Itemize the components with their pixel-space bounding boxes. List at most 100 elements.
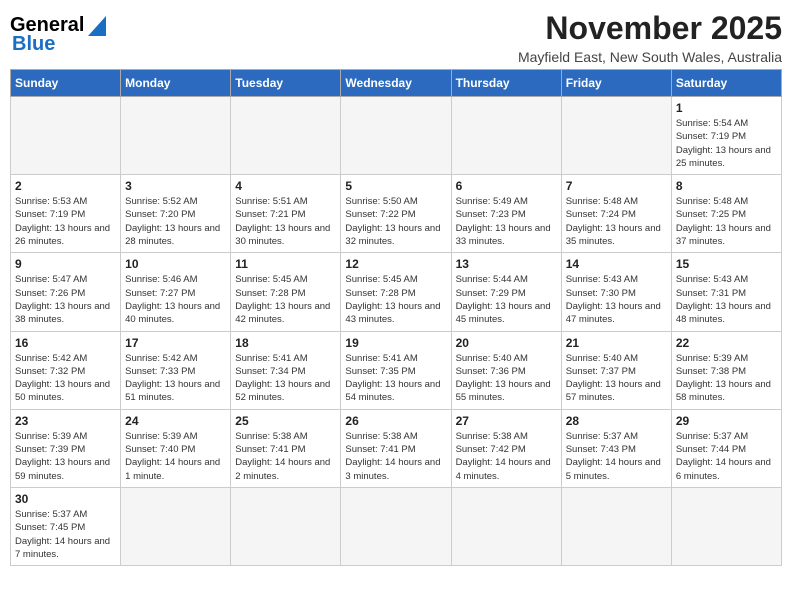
day-number: 13 [456,257,557,271]
day-number: 24 [125,414,226,428]
calendar-day-cell: 2 Sunrise: 5:53 AM Sunset: 7:19 PM Daylig… [11,175,121,253]
weekday-header-cell: Thursday [451,70,561,97]
day-number: 2 [15,179,116,193]
calendar-day-cell: 1 Sunrise: 5:54 AM Sunset: 7:19 PM Daylig… [671,97,781,175]
calendar-day-cell [561,97,671,175]
day-number: 10 [125,257,226,271]
month-title: November 2025 [518,10,782,47]
calendar-day-cell: 16Sunrise: 5:42 AM Sunset: 7:32 PM Dayli… [11,331,121,409]
day-info: Sunrise: 5:54 AM Sunset: 7:19 PM Dayligh… [676,117,777,170]
calendar: SundayMondayTuesdayWednesdayThursdayFrid… [10,69,782,566]
calendar-day-cell: 3Sunrise: 5:52 AM Sunset: 7:20 PM Daylig… [121,175,231,253]
calendar-day-cell: 20 Sunrise: 5:40 AM Sunset: 7:36 PM Dayli… [451,331,561,409]
title-area: November 2025 Mayfield East, New South W… [518,10,782,65]
calendar-day-cell: 9Sunrise: 5:47 AM Sunset: 7:26 PM Daylig… [11,253,121,331]
day-number: 17 [125,336,226,350]
calendar-week-row: 9Sunrise: 5:47 AM Sunset: 7:26 PM Daylig… [11,253,782,331]
calendar-week-row: 23Sunrise: 5:39 AM Sunset: 7:39 PM Dayli… [11,409,782,487]
day-info: Sunrise: 5:37 AM Sunset: 7:45 PM Dayligh… [15,508,116,561]
weekday-header-cell: Wednesday [341,70,451,97]
calendar-day-cell [121,487,231,565]
day-info: Sunrise: 5:45 AM Sunset: 7:28 PM Dayligh… [235,273,336,326]
day-number: 25 [235,414,336,428]
logo-blue-text: Blue [12,33,55,56]
calendar-day-cell: 8Sunrise: 5:48 AM Sunset: 7:25 PM Daylig… [671,175,781,253]
calendar-day-cell: 22 Sunrise: 5:39 AM Sunset: 7:38 PM Dayli… [671,331,781,409]
calendar-day-cell: 6 Sunrise: 5:49 AM Sunset: 7:23 PM Daylig… [451,175,561,253]
day-info: Sunrise: 5:42 AM Sunset: 7:33 PM Dayligh… [125,352,226,405]
calendar-day-cell: 14 Sunrise: 5:43 AM Sunset: 7:30 PM Dayli… [561,253,671,331]
day-info: Sunrise: 5:40 AM Sunset: 7:37 PM Dayligh… [566,352,667,405]
day-info: Sunrise: 5:41 AM Sunset: 7:35 PM Dayligh… [345,352,446,405]
calendar-day-cell [341,97,451,175]
weekday-header-cell: Sunday [11,70,121,97]
calendar-day-cell [231,97,341,175]
calendar-day-cell [671,487,781,565]
calendar-day-cell: 11 Sunrise: 5:45 AM Sunset: 7:28 PM Dayli… [231,253,341,331]
day-info: Sunrise: 5:53 AM Sunset: 7:19 PM Dayligh… [15,195,116,248]
day-info: Sunrise: 5:38 AM Sunset: 7:42 PM Dayligh… [456,430,557,483]
day-number: 29 [676,414,777,428]
day-info: Sunrise: 5:39 AM Sunset: 7:39 PM Dayligh… [15,430,116,483]
header: General Blue November 2025 Mayfield East… [10,10,782,65]
day-number: 21 [566,336,667,350]
calendar-day-cell [561,487,671,565]
day-number: 30 [15,492,116,506]
calendar-day-cell: 10 Sunrise: 5:46 AM Sunset: 7:27 PM Dayli… [121,253,231,331]
calendar-day-cell: 18Sunrise: 5:41 AM Sunset: 7:34 PM Dayli… [231,331,341,409]
calendar-day-cell: 13Sunrise: 5:44 AM Sunset: 7:29 PM Dayli… [451,253,561,331]
day-info: Sunrise: 5:52 AM Sunset: 7:20 PM Dayligh… [125,195,226,248]
day-info: Sunrise: 5:43 AM Sunset: 7:30 PM Dayligh… [566,273,667,326]
day-info: Sunrise: 5:39 AM Sunset: 7:38 PM Dayligh… [676,352,777,405]
day-number: 18 [235,336,336,350]
day-info: Sunrise: 5:43 AM Sunset: 7:31 PM Dayligh… [676,273,777,326]
weekday-header-cell: Friday [561,70,671,97]
day-info: Sunrise: 5:46 AM Sunset: 7:27 PM Dayligh… [125,273,226,326]
weekday-header-cell: Saturday [671,70,781,97]
day-number: 20 [456,336,557,350]
calendar-day-cell: 15 Sunrise: 5:43 AM Sunset: 7:31 PM Dayli… [671,253,781,331]
calendar-day-cell [341,487,451,565]
day-number: 16 [15,336,116,350]
day-number: 15 [676,257,777,271]
day-number: 26 [345,414,446,428]
calendar-body: 1 Sunrise: 5:54 AM Sunset: 7:19 PM Daylig… [11,97,782,566]
weekday-header-row: SundayMondayTuesdayWednesdayThursdayFrid… [11,70,782,97]
calendar-day-cell: 30 Sunrise: 5:37 AM Sunset: 7:45 PM Dayli… [11,487,121,565]
calendar-day-cell: 4 Sunrise: 5:51 AM Sunset: 7:21 PM Daylig… [231,175,341,253]
calendar-week-row: 16Sunrise: 5:42 AM Sunset: 7:32 PM Dayli… [11,331,782,409]
day-number: 7 [566,179,667,193]
calendar-day-cell [11,97,121,175]
day-number: 27 [456,414,557,428]
calendar-day-cell: 29Sunrise: 5:37 AM Sunset: 7:44 PM Dayli… [671,409,781,487]
day-number: 6 [456,179,557,193]
calendar-day-cell: 19Sunrise: 5:41 AM Sunset: 7:35 PM Dayli… [341,331,451,409]
calendar-day-cell: 23Sunrise: 5:39 AM Sunset: 7:39 PM Dayli… [11,409,121,487]
calendar-day-cell: 28Sunrise: 5:37 AM Sunset: 7:43 PM Dayli… [561,409,671,487]
day-info: Sunrise: 5:48 AM Sunset: 7:25 PM Dayligh… [676,195,777,248]
day-number: 22 [676,336,777,350]
day-number: 1 [676,101,777,115]
calendar-day-cell [231,487,341,565]
day-info: Sunrise: 5:48 AM Sunset: 7:24 PM Dayligh… [566,195,667,248]
day-number: 11 [235,257,336,271]
calendar-day-cell: 21 Sunrise: 5:40 AM Sunset: 7:37 PM Dayli… [561,331,671,409]
location-title: Mayfield East, New South Wales, Australi… [518,49,782,65]
day-info: Sunrise: 5:40 AM Sunset: 7:36 PM Dayligh… [456,352,557,405]
calendar-day-cell [451,487,561,565]
day-info: Sunrise: 5:38 AM Sunset: 7:41 PM Dayligh… [345,430,446,483]
day-info: Sunrise: 5:51 AM Sunset: 7:21 PM Dayligh… [235,195,336,248]
day-info: Sunrise: 5:49 AM Sunset: 7:23 PM Dayligh… [456,195,557,248]
calendar-week-row: 1 Sunrise: 5:54 AM Sunset: 7:19 PM Daylig… [11,97,782,175]
day-number: 4 [235,179,336,193]
day-info: Sunrise: 5:50 AM Sunset: 7:22 PM Dayligh… [345,195,446,248]
day-info: Sunrise: 5:37 AM Sunset: 7:43 PM Dayligh… [566,430,667,483]
day-number: 14 [566,257,667,271]
calendar-week-row: 30 Sunrise: 5:37 AM Sunset: 7:45 PM Dayli… [11,487,782,565]
weekday-header-cell: Tuesday [231,70,341,97]
calendar-day-cell: 26 Sunrise: 5:38 AM Sunset: 7:41 PM Dayli… [341,409,451,487]
calendar-day-cell: 27 Sunrise: 5:38 AM Sunset: 7:42 PM Dayli… [451,409,561,487]
calendar-day-cell: 25Sunrise: 5:38 AM Sunset: 7:41 PM Dayli… [231,409,341,487]
day-info: Sunrise: 5:47 AM Sunset: 7:26 PM Dayligh… [15,273,116,326]
calendar-day-cell: 17 Sunrise: 5:42 AM Sunset: 7:33 PM Dayli… [121,331,231,409]
